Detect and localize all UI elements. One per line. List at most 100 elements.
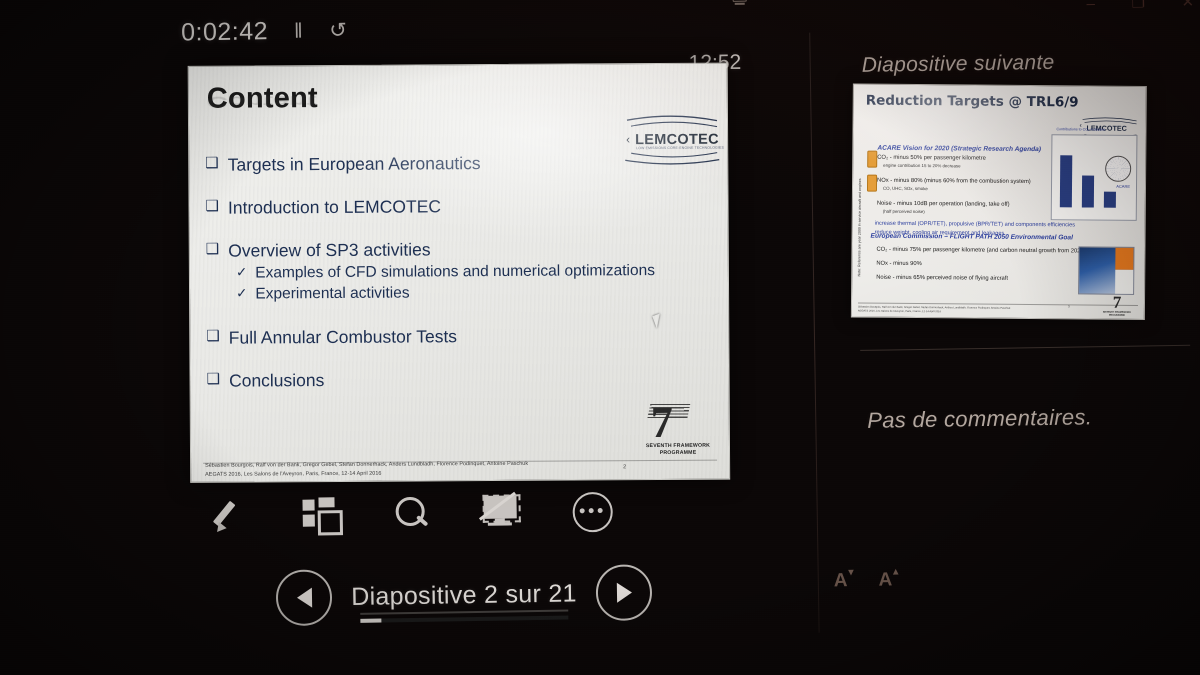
slides-grid-icon[interactable] bbox=[300, 494, 344, 537]
list-item: ❑ Targets in European Aeronautics bbox=[205, 152, 713, 175]
lemcotec-tagline: LOW EMISSIONS CORE-ENGINE TECHNOLOGIES bbox=[636, 145, 724, 151]
thumbnail-acare-sub-2: CO, UHC, SOx, smoke bbox=[882, 185, 928, 192]
slide-counter: Diapositive 2 sur 21 bbox=[350, 578, 577, 611]
next-slide-label: Diapositive suivante bbox=[861, 50, 1055, 77]
close-button[interactable]: ✕ bbox=[1181, 0, 1194, 11]
thumbnail-side-note: Note: Reference are year 2000 in service… bbox=[857, 178, 863, 277]
thumbnail-section-ec: European Commission – FLIGHT PATH 2050 E… bbox=[870, 232, 1073, 242]
fp7-logo: 7 SEVENTH FRAMEWORK PROGRAMME bbox=[641, 398, 715, 457]
slide-footer-conference: AEGATS 2016, Les Salons de l'Aveyron, Pa… bbox=[205, 470, 382, 478]
pen-icon[interactable] bbox=[210, 495, 253, 538]
reset-timer-button[interactable]: ↺ bbox=[329, 19, 347, 42]
thumbnail-slide-number: 3 bbox=[1067, 304, 1070, 309]
progress-track[interactable] bbox=[360, 615, 569, 623]
pause-timer-button[interactable]: ‖ bbox=[294, 20, 304, 43]
bullet-text: Overview of SP3 activities bbox=[228, 239, 431, 261]
thumbnail-acare-sub-3: (half perceived noise) bbox=[882, 208, 925, 215]
lemcotec-chevron-icon: ‹ bbox=[626, 132, 631, 147]
sub-bullet-text: Examples of CFD simulations and numerica… bbox=[255, 262, 656, 282]
thumbnail-fp7-caption: SEVENTH FRAMEWORK PROGRAMME bbox=[1102, 310, 1131, 317]
screen-surface: FIN DU DIAPORAMA – ❐ ✕ 0:02:42 ‖ ↺ 12:52… bbox=[0, 0, 1200, 675]
thumbnail-acare-sub-1: engine contribution 15 to 20% decrease bbox=[883, 162, 961, 169]
thumbnail-chart: Contributions to CO₂ reduction ACARE bbox=[1050, 127, 1138, 221]
thumbnail-chart-bar-1 bbox=[1059, 155, 1073, 208]
bullet-text: Full Annular Combustor Tests bbox=[228, 325, 458, 348]
chevron-right-icon bbox=[616, 582, 632, 603]
previous-slide-button[interactable] bbox=[275, 569, 333, 627]
list-item: ❑ Full Annular Combustor Tests bbox=[206, 324, 714, 347]
end-show-label: FIN DU DIAPORAMA bbox=[755, 0, 895, 3]
thumbnail-chart-dial-icon bbox=[1105, 155, 1132, 182]
presenter-toolbar bbox=[210, 490, 614, 538]
fp7-stripes bbox=[647, 403, 691, 420]
elapsed-timer: 0:02:42 bbox=[180, 17, 269, 47]
bullet-square-icon: ❑ bbox=[205, 154, 219, 172]
check-icon: ✓ bbox=[235, 264, 248, 280]
sub-bullet-text: Experimental activities bbox=[255, 284, 410, 303]
progress-fill bbox=[360, 617, 382, 623]
slide-bullet-list: ❑ Targets in European Aeronautics ❑ Intr… bbox=[205, 152, 715, 414]
thumbnail-section-acare: ACARE Vision for 2020 (Strategic Researc… bbox=[877, 144, 1042, 154]
next-slide-button[interactable] bbox=[595, 564, 653, 622]
sub-list-item: ✓ Examples of CFD simulations and numeri… bbox=[236, 262, 714, 284]
thumbnail-acare-bullet-2: NOx - minus 80% (minus 60% from the comb… bbox=[877, 177, 1031, 186]
thumbnail-ec-bullet-2: NOx - minus 90% bbox=[876, 260, 922, 268]
thumbnail-fp7-seven: 7 bbox=[1112, 293, 1122, 313]
bullet-square-icon: ❑ bbox=[205, 197, 220, 215]
bullet-square-icon: ❑ bbox=[206, 370, 221, 388]
bullet-text: Targets in European Aeronautics bbox=[227, 153, 481, 175]
fp7-caption: SEVENTH FRAMEWORK PROGRAMME bbox=[645, 442, 711, 456]
thumbnail-tag-nox bbox=[866, 174, 878, 192]
minimize-button[interactable]: – bbox=[1086, 0, 1095, 12]
bullet-square-icon: ❑ bbox=[206, 327, 220, 345]
sub-bullet-list: ✓ Examples of CFD simulations and numeri… bbox=[236, 262, 714, 304]
check-icon: ✓ bbox=[235, 285, 248, 301]
zoom-icon[interactable] bbox=[390, 493, 433, 536]
timer-bar: 0:02:42 ‖ ↺ bbox=[181, 16, 348, 48]
thumbnail-ec-bullet-1: CO₂ - minus 75% per passenger kilometre … bbox=[876, 246, 1086, 255]
thumbnail-chart-bar-2 bbox=[1081, 175, 1095, 208]
slide-navigation: Diapositive 2 sur 21 bbox=[275, 564, 653, 627]
thumbnail-acare-bullet-1: CO₂ - minus 50% per passenger kilometre bbox=[877, 154, 986, 162]
right-pane: Diapositive suivante Reduction Targets @… bbox=[809, 27, 1200, 633]
slide-counter-wrap: Diapositive 2 sur 21 bbox=[350, 578, 578, 623]
increase-font-button[interactable]: A▴ bbox=[878, 566, 898, 591]
thumbnail-fp7-logo: 7 SEVENTH FRAMEWORK PROGRAMME bbox=[1098, 293, 1136, 317]
list-item: ❑ Overview of SP3 activities bbox=[206, 238, 714, 261]
thumbnail-chart-acare-label: ACARE bbox=[1116, 183, 1131, 189]
thumbnail-ec-bullet-3: Noise - minus 65% perceived noise of fly… bbox=[876, 274, 1009, 282]
list-item: ❑ Introduction to LEMCOTEC bbox=[205, 195, 713, 218]
presenter-view-photo: FIN DU DIAPORAMA – ❐ ✕ 0:02:42 ‖ ↺ 12:52… bbox=[0, 0, 1200, 675]
slide-title: Content bbox=[206, 82, 318, 115]
bullet-text: Conclusions bbox=[228, 369, 325, 391]
slide-footer: Sébastien Bourgois, Ralf von der Bank, G… bbox=[205, 460, 528, 479]
thumbnail-acare-bullet-3: Noise - minus 10dB per operation (landin… bbox=[876, 200, 1010, 208]
end-show-button[interactable]: FIN DU DIAPORAMA bbox=[732, 0, 895, 3]
slide-number: 2 bbox=[623, 464, 627, 471]
more-options-icon[interactable] bbox=[570, 490, 614, 533]
thumbnail-footer: Sébastien Bourgois, Ralf von der Bank, G… bbox=[858, 305, 1010, 315]
thumbnail-chart-caption: Contributions to CO₂ reduction bbox=[1056, 127, 1106, 132]
sub-list-item: ✓ Experimental activities bbox=[236, 283, 714, 305]
thumbnail-photo bbox=[1078, 246, 1135, 295]
bullet-square-icon: ❑ bbox=[205, 240, 220, 259]
next-slide-thumbnail[interactable]: Reduction Targets @ TRL6/9 ‹ LEMCOTEC No… bbox=[850, 83, 1147, 321]
thumbnail-title: Reduction Targets @ TRL6/9 bbox=[865, 92, 1079, 111]
list-item-group: ❑ Overview of SP3 activities ✓ Examples … bbox=[206, 238, 714, 304]
chevron-left-icon bbox=[296, 587, 312, 608]
thumbnail-arrow-1: increase thermal (OPR/TET), propulsive (… bbox=[874, 220, 1076, 229]
list-item: ❑ Conclusions bbox=[206, 367, 715, 391]
black-screen-icon[interactable] bbox=[478, 491, 523, 534]
notes-placeholder[interactable]: Pas de commentaires. bbox=[867, 404, 1092, 434]
current-slide[interactable]: Content Content ‹ LEMCOTEC LOW EMISSIONS… bbox=[187, 62, 731, 483]
window-controls: – ❐ ✕ bbox=[1086, 0, 1194, 12]
pane-divider bbox=[809, 32, 820, 633]
decrease-font-button[interactable]: A▾ bbox=[834, 567, 854, 592]
end-show-icon bbox=[733, 0, 747, 1]
thumbnail-tag-co2 bbox=[867, 150, 878, 168]
notes-font-size-controls: A▾ A▴ bbox=[834, 566, 899, 592]
notes-divider bbox=[860, 344, 1191, 351]
maximize-button[interactable]: ❐ bbox=[1131, 0, 1145, 12]
thumbnail-chart-bar-3 bbox=[1103, 191, 1116, 208]
bullet-text: Introduction to LEMCOTEC bbox=[227, 196, 442, 218]
